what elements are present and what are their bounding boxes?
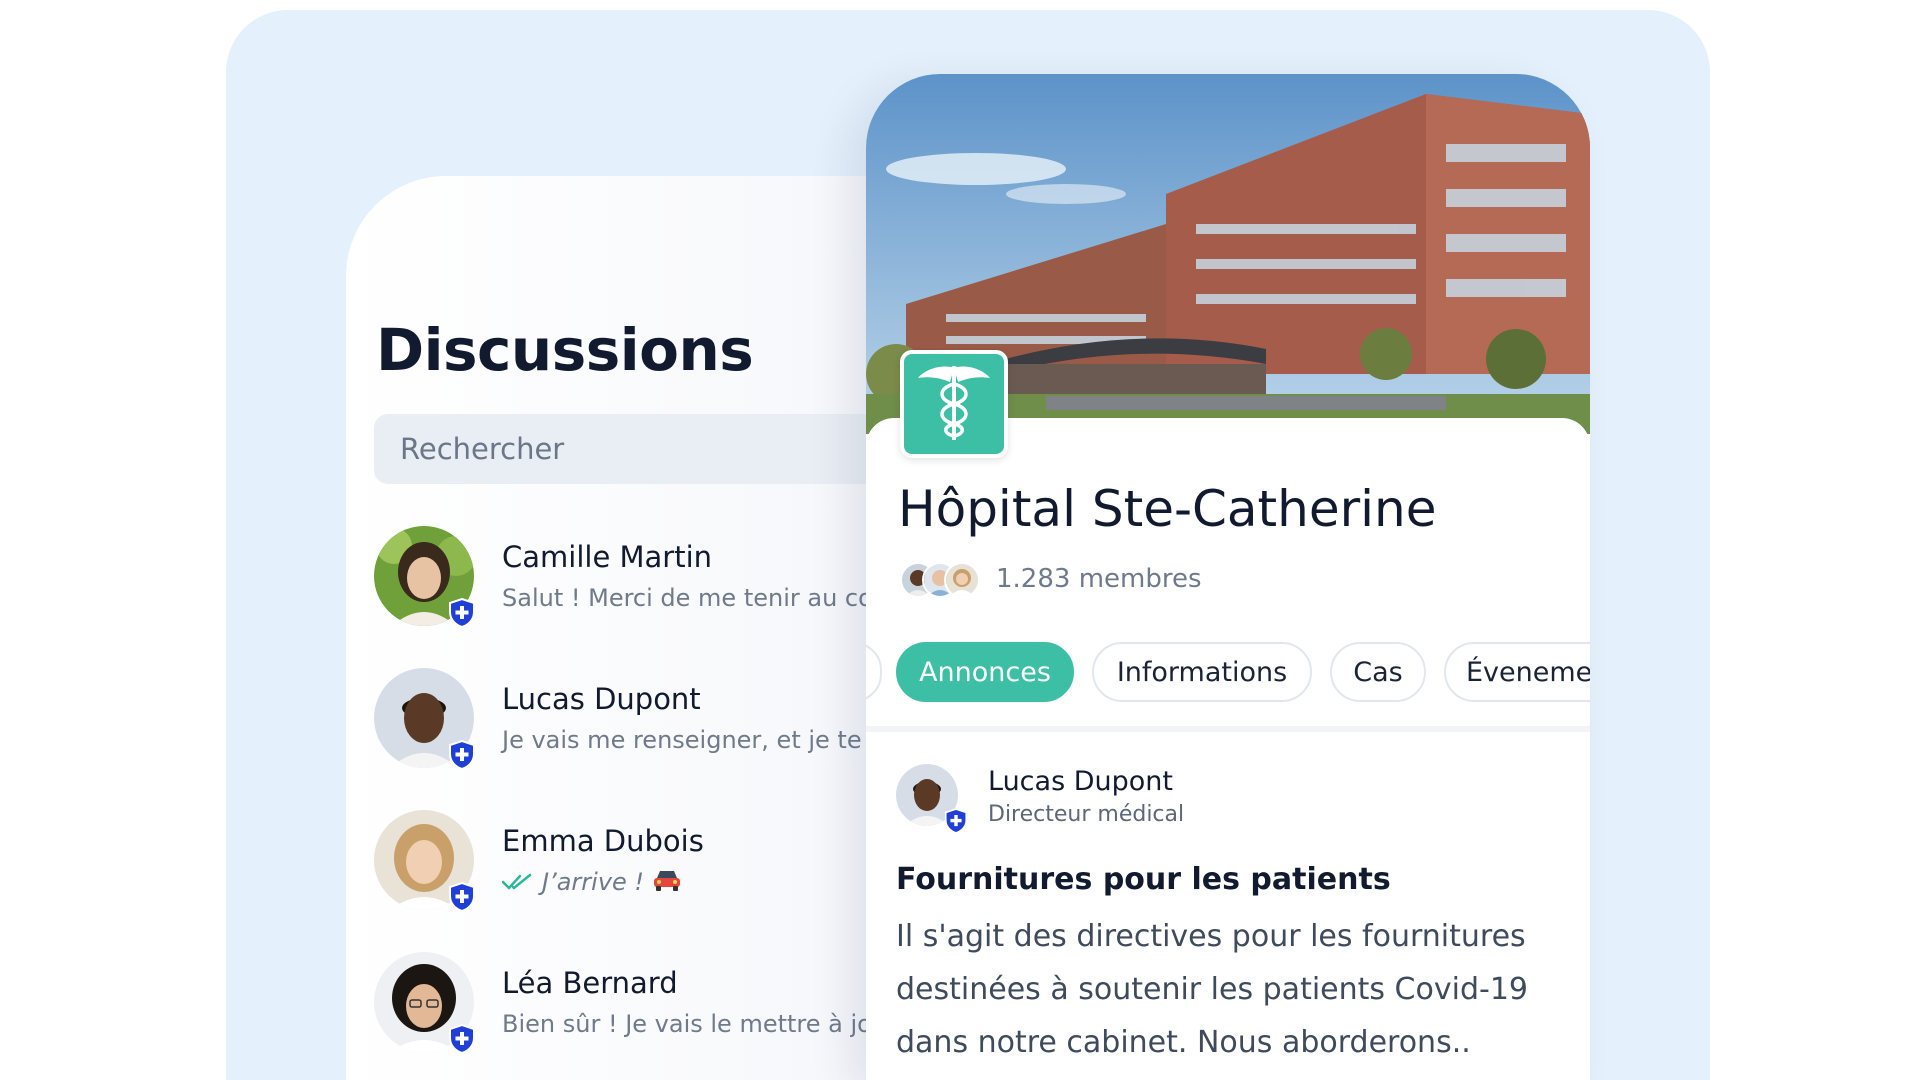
message-preview: Salut ! Merci de me tenir au cou [502, 584, 889, 612]
medical-badge-icon [448, 597, 476, 629]
message-preview: J’arrive ! [501, 868, 682, 898]
post-author[interactable]: Lucas Dupont Directeur médical [896, 764, 1556, 834]
tab-informations[interactable]: Informations [1092, 642, 1312, 702]
caduceus-icon [900, 350, 1008, 458]
hospital-group-panel: Hôpital Ste-Catherine 1.283 membres Anno… [866, 74, 1590, 1080]
message-preview: Bien sûr ! Je vais le mettre à jou [502, 1010, 888, 1038]
divider [866, 726, 1590, 732]
post-body: Il s'agit des directives pour les fourni… [896, 919, 1528, 1060]
medical-badge-icon [448, 739, 476, 771]
group-tabs: Annonces Informations Cas Éveneme [866, 642, 1590, 704]
tab-evenements[interactable]: Éveneme [1444, 642, 1590, 702]
double-check-icon [501, 869, 532, 897]
page-title: Discussions [376, 316, 754, 384]
post-title: Fournitures pour les patients [896, 862, 1391, 897]
contact-name: Léa Bernard [502, 966, 678, 1000]
group-title: Hôpital Ste-Catherine [898, 480, 1437, 538]
car-icon [652, 868, 682, 898]
contact-name: Emma Dubois [502, 824, 704, 858]
author-name: Lucas Dupont [988, 766, 1173, 797]
message-preview-text: J’arrive ! [542, 868, 645, 896]
members-count: 1.283 membres [996, 564, 1202, 594]
tab-previous-partial[interactable] [866, 642, 882, 702]
contact-name: Lucas Dupont [502, 682, 701, 716]
medical-badge-icon [448, 1023, 476, 1055]
member-avatar [944, 562, 980, 598]
tab-cas[interactable]: Cas [1330, 642, 1426, 702]
tab-annonces[interactable]: Annonces [896, 642, 1074, 702]
message-preview: Je vais me renseigner, et je te ti [502, 726, 886, 754]
medical-badge-icon [448, 881, 476, 913]
author-role: Directeur médical [988, 802, 1185, 827]
contact-name: Camille Martin [502, 540, 713, 574]
medical-badge-icon [944, 808, 968, 834]
